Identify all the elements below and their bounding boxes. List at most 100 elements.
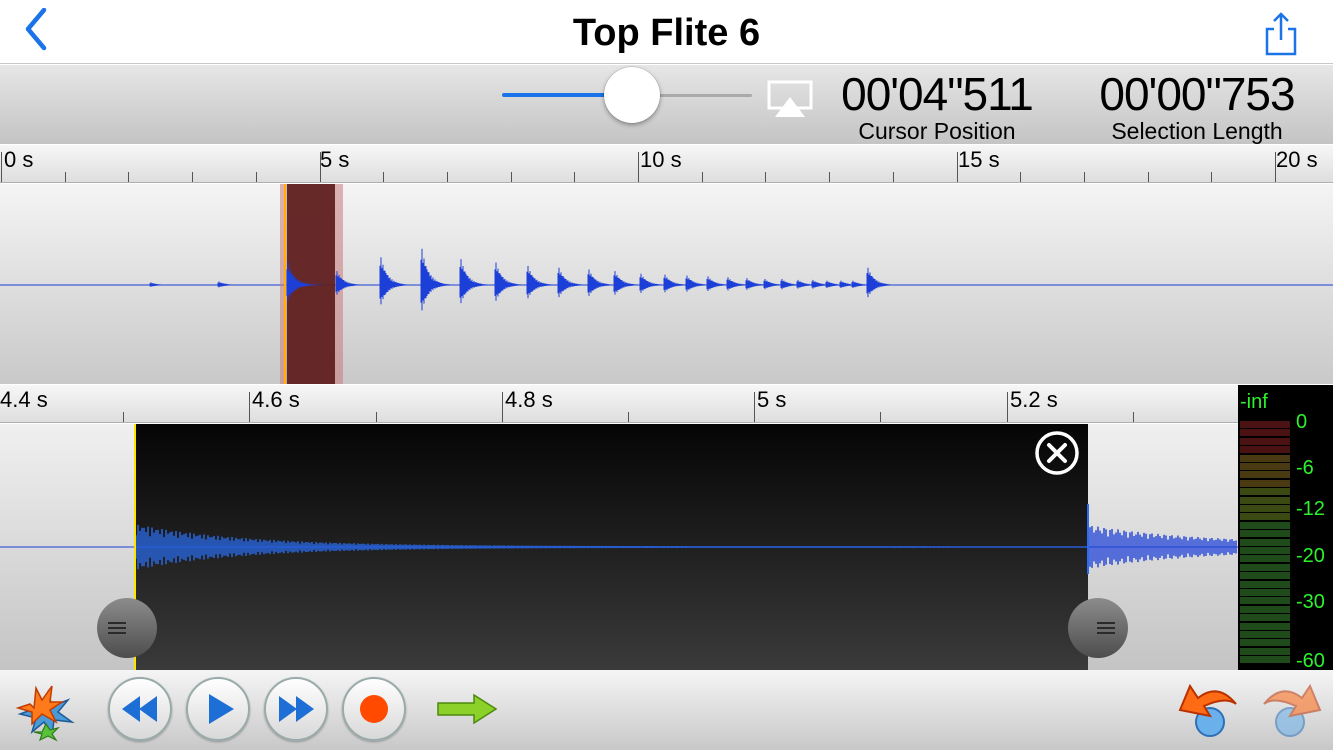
meter-segment (1240, 622, 1290, 630)
ruler-label: 15 s (958, 147, 1000, 172)
meter-segment (1240, 656, 1290, 664)
level-meter: -inf 0 -6 -12 -20 -30 -60 (1238, 385, 1333, 670)
ruler-tick (1211, 172, 1212, 182)
rewind-button[interactable] (108, 677, 172, 741)
ruler-tick (249, 392, 250, 422)
navigation-bar: Top Flite 6 (0, 0, 1333, 64)
ruler-label: 0 s (4, 147, 34, 172)
ruler-tick (1148, 172, 1149, 182)
ruler-label: 5.2 s (1010, 387, 1058, 412)
ruler-tick (128, 172, 129, 182)
rewind-icon (122, 696, 157, 722)
play-icon (209, 694, 234, 724)
meter-segment (1240, 471, 1290, 479)
ruler-tick (1133, 412, 1134, 422)
grip-line (1097, 627, 1115, 629)
record-button[interactable] (342, 677, 406, 741)
meter-scale-label: -30 (1296, 591, 1325, 613)
ruler-tick (502, 392, 503, 422)
zoom-time-ruler[interactable]: 4.4 s 4.6 s 4.8 s 5 s 5.2 s (0, 385, 1238, 423)
ruler-tick (192, 172, 193, 182)
meter-segment (1240, 605, 1290, 613)
meter-scale-label: 0 (1296, 411, 1308, 433)
ruler-tick (65, 172, 66, 182)
ruler-tick (256, 172, 257, 182)
meter-scale-label: -60 (1296, 650, 1325, 670)
meter-segment (1240, 555, 1290, 563)
grip-line (1097, 632, 1115, 634)
ruler-tick (383, 172, 384, 182)
selection-length-value: 00'00"753 (1099, 68, 1295, 120)
meter-segment (1240, 463, 1290, 470)
volume-slider[interactable] (502, 65, 752, 125)
cursor-position-readout: 00'04"511 Cursor Position (822, 67, 1052, 144)
undo-button[interactable] (1174, 680, 1244, 742)
ruler-tick (957, 152, 958, 182)
meter-segment (1240, 572, 1290, 580)
ruler-tick (880, 412, 881, 422)
meter-segment (1240, 639, 1290, 647)
overview-time-ruler[interactable]: 0 s 5 s 10 s 15 s 20 s (0, 145, 1333, 183)
ruler-label: 4.6 s (252, 387, 300, 412)
overview-waveform-bursts (149, 248, 907, 311)
redo-button[interactable] (1256, 680, 1326, 742)
share-button[interactable] (1259, 10, 1303, 56)
ruler-label: 4.8 s (505, 387, 553, 412)
meter-segment (1240, 496, 1290, 504)
info-bar: 00'04"511 Cursor Position 00'00"753 Sele… (0, 65, 1333, 144)
ruler-tick (765, 172, 766, 182)
close-circle-icon (1035, 431, 1079, 475)
ruler-tick (829, 172, 830, 182)
meter-segment (1240, 521, 1290, 529)
waveform-burst (217, 281, 258, 288)
meter-segment (1240, 563, 1290, 571)
zoomed-waveform[interactable] (0, 424, 1238, 670)
selection-end-handle[interactable] (1068, 598, 1128, 658)
meter-segment (1240, 538, 1290, 546)
play-button[interactable] (186, 677, 250, 741)
grip-line (1097, 622, 1115, 624)
meter-segment (1240, 589, 1290, 596)
volume-thumb[interactable] (604, 67, 660, 123)
ruler-tick (511, 172, 512, 182)
ruler-label: 5 s (320, 147, 350, 172)
ruler-tick (893, 172, 894, 182)
record-icon (360, 695, 388, 723)
clear-selection-button[interactable] (1034, 430, 1080, 476)
waveform-burst (866, 267, 907, 298)
grip-line (108, 627, 126, 629)
zoom-waveform-unselected (1087, 526, 1237, 568)
meter-scale-label: -20 (1296, 545, 1325, 567)
waveform-burst (379, 257, 420, 305)
effects-button[interactable] (12, 678, 80, 742)
airplay-button[interactable] (766, 79, 814, 119)
undo-icon (1178, 683, 1237, 737)
meter-segment (1240, 597, 1290, 605)
fast-forward-button[interactable] (264, 677, 328, 741)
meter-segment (1240, 530, 1290, 538)
meter-segment (1240, 446, 1290, 454)
selection-length-readout: 00'00"753 Selection Length (1074, 67, 1320, 143)
cursor-position-label: Cursor Position (858, 118, 1016, 144)
meter-segment (1240, 421, 1290, 428)
ruler-label: 20 s (1276, 147, 1318, 172)
meter-peak-label: -inf (1240, 391, 1268, 413)
ruler-tick (1, 152, 2, 182)
waveform-burst (663, 274, 704, 293)
effects-burst-icon (15, 685, 75, 742)
meter-segment (1240, 614, 1290, 622)
meter-segment (1240, 479, 1290, 487)
selection-start-handle[interactable] (97, 598, 157, 658)
ruler-tick (1007, 392, 1008, 422)
ruler-tick (376, 412, 377, 422)
meter-segment (1240, 437, 1290, 445)
next-button[interactable] (436, 692, 498, 726)
meter-segment (1240, 488, 1290, 496)
ruler-label: 5 s (757, 387, 787, 412)
overview-waveform[interactable] (0, 184, 1333, 384)
meter-segment (1240, 454, 1290, 462)
share-icon (1265, 12, 1297, 56)
ruler-tick (1275, 152, 1276, 182)
cursor-position-value: 00'04"511 (841, 68, 1034, 120)
overview-waveform-graphic (0, 184, 1333, 384)
